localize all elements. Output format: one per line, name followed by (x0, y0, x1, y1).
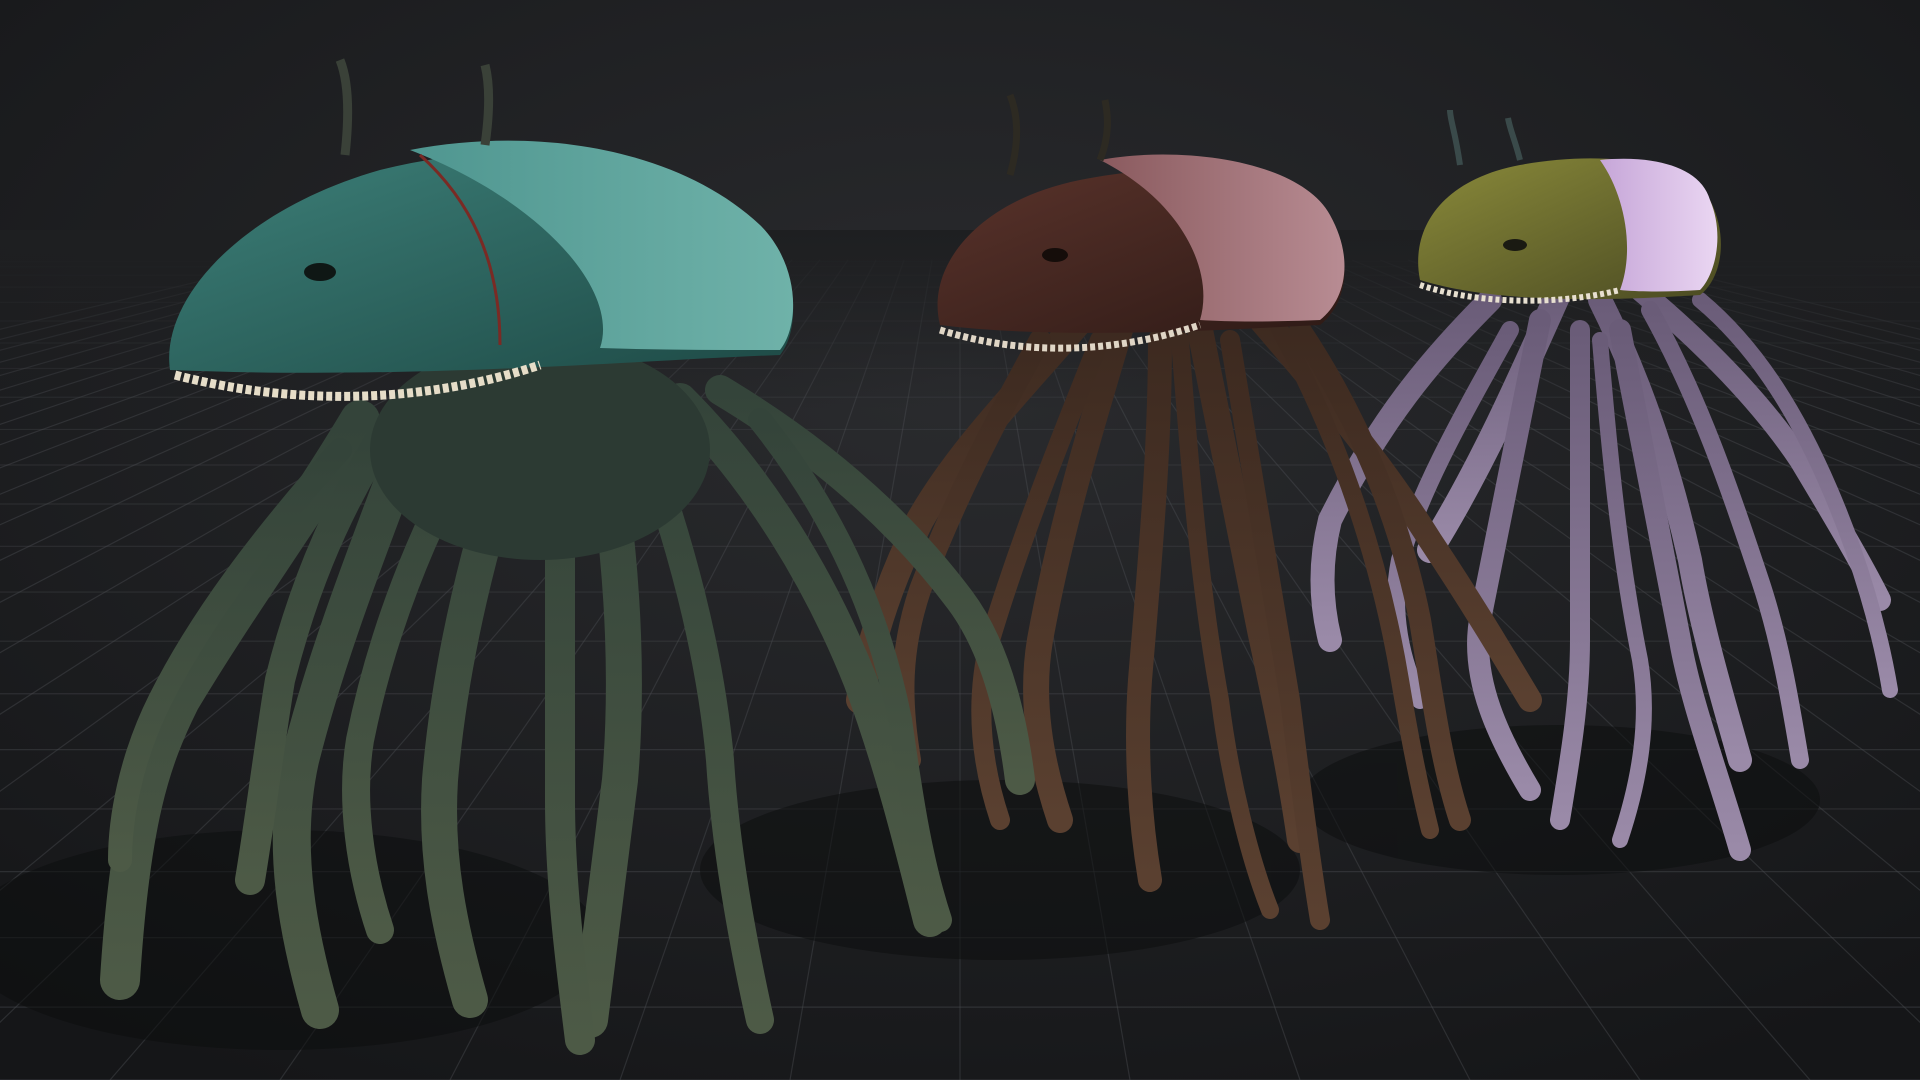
3d-viewport[interactable] (0, 0, 1920, 1080)
body-core (370, 340, 710, 560)
scene-render (0, 0, 1920, 1080)
